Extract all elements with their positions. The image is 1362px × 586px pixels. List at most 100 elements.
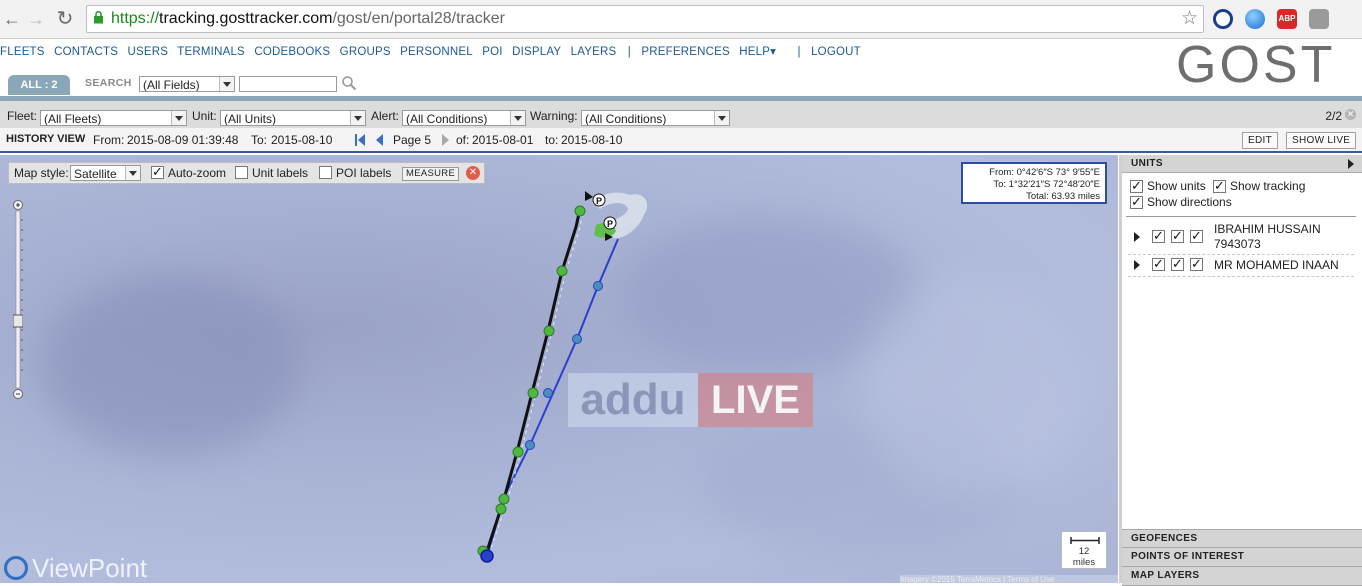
edit-button[interactable]: EDIT [1242,132,1278,149]
chevron-down-icon [510,111,525,125]
expand-arrow-icon[interactable] [1134,232,1140,242]
nav-poi[interactable]: POI [482,46,502,58]
expand-arrow-icon[interactable] [1134,260,1140,270]
measure-button[interactable]: MEASURE [402,167,460,181]
track-point[interactable] [556,265,568,277]
range-of-value: 2015-08-01 [472,133,534,147]
svg-text:P: P [596,196,602,206]
track-point[interactable] [543,325,555,337]
track-point[interactable] [572,334,582,344]
track-point[interactable] [574,205,586,217]
nav-preferences[interactable]: PREFERENCES [641,46,729,58]
search-field-select[interactable]: (All Fields) [139,76,235,92]
autozoom-label: Auto-zoom [168,166,227,180]
show-directions-checkbox[interactable] [1130,194,1143,210]
forward-arrow-icon[interactable]: → [26,9,46,29]
watermark-left: addu [568,373,698,427]
unit-labels-checkbox[interactable] [235,166,248,179]
unit-direction-checkbox[interactable] [1190,256,1203,272]
scale-bar-icon [1070,537,1100,544]
search-input[interactable] [239,76,337,92]
poi-labels-checkbox[interactable] [319,166,332,179]
show-tracking-checkbox[interactable] [1213,178,1226,194]
nav-personnel[interactable]: PERSONNEL [400,46,473,58]
address-bar[interactable]: https://tracking.gosttracker.com/gost/en… [86,5,1204,33]
unit-show-checkbox[interactable] [1152,256,1165,272]
scale-unit: miles [1072,557,1096,568]
autozoom-checkbox[interactable] [151,164,164,180]
map-layers-header[interactable]: MAP LAYERS [1122,567,1362,586]
unit-id: 7943073 [1214,237,1261,251]
first-page-icon[interactable] [355,134,366,146]
track-point[interactable] [525,440,535,450]
unit-show-checkbox[interactable] [1152,228,1165,244]
unit-label: Unit: [192,109,217,123]
unit-track-checkbox[interactable] [1171,256,1184,272]
nav-fleets[interactable]: FLEETS [0,46,45,58]
zoom-handle[interactable] [13,314,23,328]
close-icon[interactable]: ✕ [1345,109,1356,120]
units-header[interactable]: UNITS [1122,155,1362,173]
nav-separator: | [627,46,631,58]
block-icon[interactable] [1213,9,1233,29]
track-point[interactable] [495,503,507,515]
nav-users[interactable]: USERS [127,46,168,58]
chevron-down-icon [125,166,140,180]
svg-text:P: P [607,219,613,229]
nav-groups[interactable]: GROUPS [340,46,391,58]
poi-labels-label: POI labels [336,166,392,180]
track-point[interactable] [498,493,510,505]
nav-help[interactable]: HELP▾ [739,46,776,58]
extension-icon[interactable] [1309,9,1329,29]
nav-logout[interactable]: LOGOUT [811,46,861,58]
parking-marker[interactable]: P [592,193,606,207]
history-to-value[interactable]: 2015-08-10 [271,133,332,147]
tab-all[interactable]: ALL : 2 [8,75,70,95]
next-page-icon[interactable] [441,134,450,146]
alert-value: (All Conditions) [406,112,488,126]
track-point[interactable] [593,281,603,291]
track-point[interactable] [543,388,553,398]
poi-header[interactable]: POINTS OF INTEREST [1122,548,1362,567]
lock-icon [94,11,103,24]
reload-icon[interactable]: ↻ [55,9,75,29]
alert-select[interactable]: (All Conditions) [402,110,526,126]
nav-contacts[interactable]: CONTACTS [54,46,118,58]
geofences-header[interactable]: GEOFENCES [1122,529,1362,548]
unit-select[interactable]: (All Units) [220,110,366,126]
nav-terminals[interactable]: TERMINALS [177,46,245,58]
show-units-checkbox[interactable] [1130,178,1143,194]
bookmark-star-icon[interactable]: ☆ [1181,7,1198,30]
fleet-select[interactable]: (All Fleets) [40,110,187,126]
nav-display[interactable]: DISPLAY [512,46,561,58]
map-style-select[interactable]: Satellite [70,165,141,181]
track-start-marker[interactable] [480,549,494,563]
close-icon[interactable]: ✕ [466,166,480,180]
history-from-value[interactable]: 2015-08-09 01:39:48 [127,133,238,147]
parking-marker[interactable]: P [603,216,617,230]
row-divider [1128,276,1354,277]
show-live-button[interactable]: SHOW LIVE [1286,132,1357,149]
back-arrow-icon[interactable]: ← [2,9,22,29]
globe-icon[interactable] [1245,9,1265,29]
track-point[interactable] [512,446,524,458]
range-to-value: 2015-08-10 [561,133,623,147]
nav-codebooks[interactable]: CODEBOOKS [254,46,330,58]
warning-select[interactable]: (All Conditions) [581,110,730,126]
map-attribution[interactable]: Imagery ©2015 TerraMetrics | Terms of Us… [900,575,1118,583]
track-point[interactable] [527,387,539,399]
nav-separator: | [797,46,801,58]
search-icon[interactable] [341,75,357,91]
map-view[interactable]: P P Map style: Satellite Auto-zoom Unit … [0,155,1118,583]
expand-arrow-icon[interactable] [1348,159,1354,169]
adblock-icon[interactable]: ABP [1277,9,1297,29]
zoom-slider[interactable] [13,200,23,400]
nav-layers[interactable]: LAYERS [571,46,617,58]
coords-from: From: 0°42′6″S 73° 9′55″E [989,167,1100,178]
unit-track-checkbox[interactable] [1171,228,1184,244]
scale-value: 12 [1078,546,1090,557]
unit-direction-checkbox[interactable] [1190,228,1203,244]
result-count: 2/2 [1325,109,1342,123]
prev-page-icon[interactable] [375,134,384,146]
unit-name: IBRAHIM HUSSAIN [1214,222,1321,236]
